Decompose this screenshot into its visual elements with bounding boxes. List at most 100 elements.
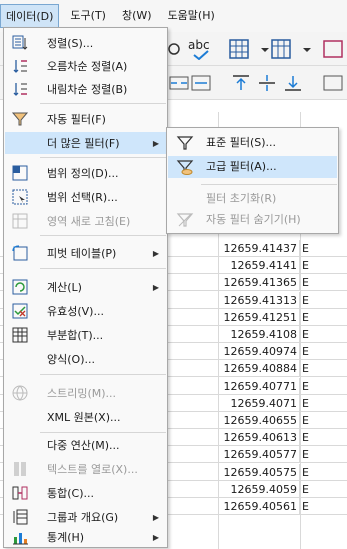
submenu-item-label: 표준 필터(S)... (206, 136, 277, 149)
cell-value[interactable]: 12659.40884 (218, 360, 300, 378)
submenu-item-reset-filter[interactable]: 필터 초기화(R) (168, 188, 337, 210)
consolidate-icon (11, 484, 29, 502)
cell-value[interactable]: 12659.41365 (218, 274, 300, 292)
menu-separator (40, 103, 166, 104)
chevron-down-icon[interactable] (254, 38, 269, 60)
menu-item-consolidate[interactable]: 통합(C)... (5, 482, 166, 504)
sort-descending-icon (11, 80, 29, 98)
cell-code[interactable]: E (300, 343, 347, 360)
merge-cells-icon[interactable] (168, 72, 190, 94)
menu-separator (40, 374, 166, 375)
menu-item-refresh-range[interactable]: 영역 새로 고침(E) (5, 210, 166, 232)
more-filters-submenu: 표준 필터(S)... 고급 필터(A)... 필터 초기화(R) 자동 필터 … (166, 127, 339, 234)
menu-item-pivot-table[interactable]: 피벗 테이블(P) ▶ (5, 242, 166, 264)
submenu-item-advanced-filter[interactable]: 고급 필터(A)... (168, 156, 337, 178)
streams-icon (11, 384, 29, 402)
cell-code[interactable]: E (300, 360, 347, 377)
menu-item-streams[interactable]: 스트리밍(M)... (5, 382, 166, 404)
number-format-icon[interactable] (322, 72, 344, 94)
cell-code[interactable]: E (300, 498, 347, 515)
standard-filter-icon (176, 134, 194, 152)
submenu-item-standard-filter[interactable]: 표준 필터(S)... (168, 132, 337, 154)
align-top-icon[interactable] (230, 72, 252, 94)
menu-item-define-range[interactable]: 범위 정의(D)... (5, 162, 166, 184)
menu-item-calculate[interactable]: 계산(L) ▶ (5, 276, 166, 298)
cell-code[interactable]: E (300, 395, 347, 412)
menu-separator (40, 432, 166, 433)
menu-item-label: 유효성(V)... (47, 305, 104, 318)
menu-item-label: 다중 연산(M)... (47, 439, 120, 452)
menu-separator (40, 235, 166, 236)
menu-item-label: 그룹과 개요(G) (47, 511, 119, 524)
cell-code[interactable]: E (300, 464, 347, 481)
cell-value[interactable]: 12659.40577 (218, 446, 300, 464)
menu-item-xml-source[interactable]: XML 원본(X)... (5, 406, 166, 428)
menu-item-group-outline[interactable]: 그룹과 개요(G) ▶ (5, 506, 166, 528)
cell-value[interactable]: 12659.4141 (218, 257, 300, 275)
menu-item-sort-descending[interactable]: 내림차순 정렬(B) (5, 78, 166, 100)
cell-code[interactable]: E (300, 412, 347, 429)
cell-value[interactable]: 12659.40613 (218, 429, 300, 447)
submenu-item-hide-autofilter[interactable]: 자동 필터 숨기기(H) (168, 209, 337, 231)
menu-data[interactable]: 데이터(D) (0, 4, 60, 28)
menu-window[interactable]: 창(W) (117, 4, 157, 28)
cell-code[interactable]: E (300, 326, 347, 343)
menu-tools[interactable]: 도구(T) (65, 4, 111, 28)
submenu-arrow-icon: ▶ (152, 282, 159, 292)
menu-item-multiple-operations[interactable]: 다중 연산(M)... (5, 434, 166, 456)
menu-item-select-range[interactable]: 범위 선택(R)... (5, 186, 166, 208)
menu-item-sort[interactable]: 정렬(S)... (5, 32, 166, 54)
menu-item-label: 통합(C)... (47, 487, 94, 500)
menu-item-label: 부분합(T)... (47, 329, 104, 342)
submenu-arrow-icon: ▶ (152, 248, 159, 258)
submenu-arrow-icon: ▶ (152, 138, 159, 148)
menu-item-label: 오름차순 정렬(A) (47, 60, 128, 73)
cell-code[interactable]: E (300, 274, 347, 291)
wrap-text-icon[interactable] (190, 72, 212, 94)
menu-separator (40, 157, 166, 158)
columns-icon[interactable] (270, 38, 292, 60)
cell-code[interactable]: E (300, 481, 347, 498)
cell-code[interactable]: E (300, 378, 347, 395)
menu-item-label: 자동 필터(F) (47, 113, 106, 126)
cell-value[interactable]: 12659.4071 (218, 394, 300, 412)
menu-item-autofilter[interactable]: 자동 필터(F) (5, 108, 166, 130)
menu-item-subtotals[interactable]: 부분합(T)... (5, 324, 166, 346)
cell-value[interactable]: 12659.40575 (218, 463, 300, 481)
cell-code[interactable]: E (300, 309, 347, 326)
advanced-filter-icon (176, 158, 194, 176)
menu-item-label: 범위 선택(R)... (47, 191, 118, 204)
align-center-vertical-icon[interactable] (256, 72, 278, 94)
cell-value[interactable]: 12659.40655 (218, 412, 300, 429)
chevron-down-icon[interactable] (296, 38, 311, 60)
cell-code[interactable]: E (300, 240, 347, 257)
spelling-button[interactable]: abc (186, 38, 216, 60)
cell-value[interactable]: 12659.40561 (218, 498, 300, 515)
data-menu: 정렬(S)... 오름차순 정렬(A) 내림차순 정렬(B) 자동 필터(F) … (3, 27, 168, 548)
special-character-icon[interactable] (322, 38, 344, 60)
define-range-icon (11, 164, 29, 182)
menu-separator (40, 268, 166, 269)
menu-item-validity[interactable]: 유효성(V)... (5, 300, 166, 322)
menu-help[interactable]: 도움말(H) (163, 4, 220, 28)
menu-item-text-to-columns[interactable]: 텍스트를 열로(X)... (5, 458, 166, 480)
cell-value[interactable]: 12659.4059 (218, 480, 300, 498)
cell-value[interactable]: 12659.40771 (218, 377, 300, 395)
cell-code[interactable]: E (300, 257, 347, 274)
cell-code[interactable]: E (300, 292, 347, 309)
submenu-item-label: 자동 필터 숨기기(H) (206, 213, 301, 226)
cell-value[interactable]: 12659.41313 (218, 291, 300, 309)
menu-item-form[interactable]: 양식(O)... (5, 348, 166, 370)
menu-item-sort-ascending[interactable]: 오름차순 정렬(A) (5, 55, 166, 77)
table-grid-icon[interactable] (228, 38, 250, 60)
cell-value[interactable]: 12659.41437 (218, 240, 300, 257)
menu-item-statistics[interactable]: 통계(H) ▶ (5, 526, 166, 548)
menu-item-more-filters[interactable]: 더 많은 필터(F) ▶ (5, 132, 166, 154)
select-range-icon (11, 188, 29, 206)
cell-code[interactable]: E (300, 446, 347, 463)
align-bottom-icon[interactable] (282, 72, 304, 94)
cell-value[interactable]: 12659.41251 (218, 308, 300, 326)
cell-value[interactable]: 12659.40974 (218, 343, 300, 361)
cell-value[interactable]: 12659.4108 (218, 326, 300, 343)
cell-code[interactable]: E (300, 429, 347, 446)
